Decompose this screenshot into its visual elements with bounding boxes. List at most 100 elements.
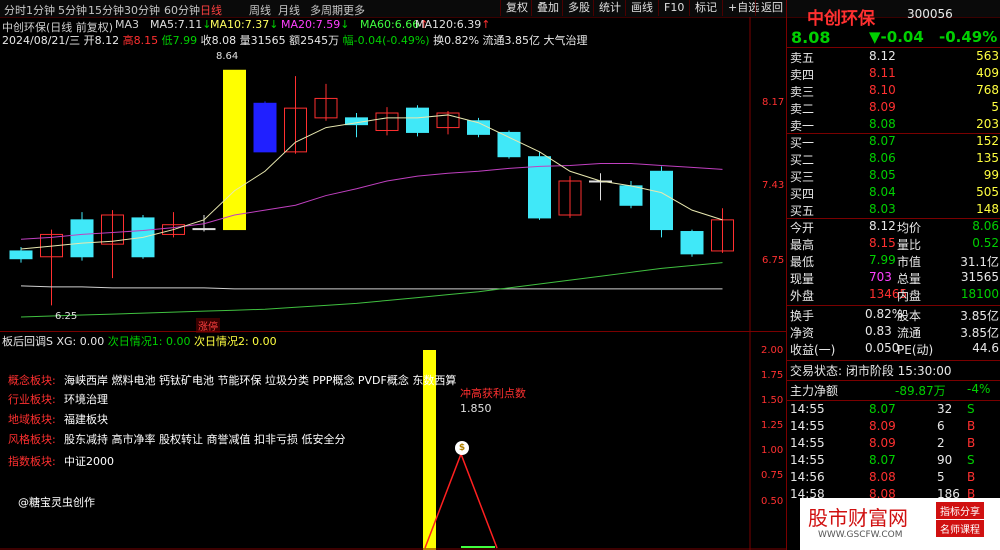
quote-row: 买一 8.07 152: [787, 134, 1000, 151]
quote-row: 14:56 8.08 5 B: [787, 470, 1000, 487]
money-bag-icon: $: [455, 441, 469, 455]
quote-row: 净资 0.83 流通 3.85亿: [787, 324, 1000, 341]
sector-value: 股东减持 高市净率 股权转让 商誉减值 扣非亏损 低安全分: [64, 433, 346, 446]
last-price: 8.08: [791, 28, 831, 47]
high-price-label: 8.64: [216, 51, 239, 62]
candle-body: [9, 250, 33, 260]
indicator-axis-label: 2.00: [761, 345, 784, 356]
tab-timeframe[interactable]: 60分钟: [164, 2, 200, 18]
bid-volume: 135: [976, 151, 999, 165]
tab-timeframe[interactable]: 更多: [343, 2, 365, 18]
sector-value: 福建板块: [64, 413, 108, 426]
indicator-axis-label: 1.25: [761, 420, 784, 431]
stat-label: 收益(一): [790, 343, 836, 357]
ask-price: 8.08: [869, 117, 896, 131]
divider: [787, 400, 1000, 401]
price-axis-label: 8.17: [762, 97, 785, 108]
stat-value: 3.85亿: [960, 309, 999, 323]
price-change-pct: -0.49%: [939, 28, 998, 46]
stat-label: 股本: [897, 309, 922, 323]
tab-timeframe[interactable]: 分时: [4, 2, 26, 18]
stat-value: 31.1亿: [960, 255, 999, 269]
tick-time: 14:55: [790, 419, 825, 433]
low-price-label: 6.25: [55, 311, 78, 322]
tick-volume: 5: [937, 470, 945, 484]
sector-key: 概念板块:: [8, 374, 56, 387]
stat-label: 现量: [790, 272, 815, 286]
stock-code: 300056: [907, 7, 953, 21]
quote-row: 卖一 8.08 203: [787, 117, 1000, 134]
watermark-tag-1: 指标分享: [936, 502, 984, 519]
tick-time: 14:55: [790, 402, 825, 416]
ask-label: 卖五: [790, 51, 815, 65]
tick-price: 8.08: [869, 470, 896, 484]
quote-row: 14:55 8.07 32 S: [787, 402, 1000, 419]
tick-price: 8.07: [869, 453, 896, 467]
stat-value: 44.6: [972, 341, 999, 355]
tick-time: 14:55: [790, 453, 825, 467]
toolbar-button[interactable]: F10: [658, 0, 689, 16]
quote-row: 卖五 8.12 563: [787, 49, 1000, 66]
bid-price: 8.05: [869, 168, 896, 182]
quote-row: 买二 8.06 135: [787, 151, 1000, 168]
stat-value: 31565: [960, 270, 999, 284]
bid-label: 买四: [790, 187, 815, 201]
bid-label: 买三: [790, 170, 815, 184]
bid-label: 买二: [790, 153, 815, 167]
indicator-axis-label: 1.50: [761, 395, 784, 406]
sector-value: 环境治理: [64, 393, 108, 406]
tab-timeframe[interactable]: 月线: [278, 2, 300, 18]
tick-time: 14:56: [790, 470, 825, 484]
ask-price: 8.12: [869, 49, 896, 63]
tab-timeframe[interactable]: 日线: [200, 2, 222, 18]
toolbar-button[interactable]: 返回: [755, 0, 788, 16]
tick-price: 8.09: [869, 436, 896, 450]
indicator-axis-label: 1.00: [761, 445, 784, 456]
candlestick-chart[interactable]: [0, 17, 786, 332]
toolbar-button[interactable]: 画线: [625, 0, 658, 16]
quote-row: 最高 8.15 量比 0.52: [787, 236, 1000, 253]
tab-timeframe[interactable]: 15分钟: [88, 2, 124, 18]
stat-label: 流通: [897, 326, 922, 340]
tick-volume: 90: [937, 453, 953, 467]
tab-timeframe[interactable]: 多周期: [310, 2, 343, 18]
tab-timeframe[interactable]: 5分钟: [58, 2, 87, 18]
sector-key: 风格板块:: [8, 433, 56, 446]
bid-label: 买一: [790, 136, 815, 150]
quote-row: 卖二 8.09 5: [787, 100, 1000, 117]
bid-price: 8.06: [869, 151, 896, 165]
site-watermark: 股市财富网 指标分享 名师课程 WWW.GSCFW.COM: [800, 498, 1000, 550]
stat-value: 0.050: [865, 341, 900, 355]
divider: [787, 305, 1000, 306]
quote-row: 换手 0.82% 股本 3.85亿: [787, 307, 1000, 324]
stat-value: 8.12: [869, 219, 896, 233]
tab-timeframe[interactable]: 30分钟: [124, 2, 160, 18]
divider: [787, 380, 1000, 381]
stat-value: 3.85亿: [960, 326, 999, 340]
toolbar-button[interactable]: 统计: [593, 0, 626, 16]
tab-timeframe[interactable]: 周线: [249, 2, 271, 18]
ask-label: 卖二: [790, 102, 815, 116]
candle-body: [253, 102, 277, 153]
bid-price: 8.03: [869, 202, 896, 216]
candle-body: [497, 131, 521, 158]
quote-panel: 中创环保 300056 8.08 ▼-0.04 -0.49% 卖五 8.12 563…: [786, 0, 1000, 550]
ask-price: 8.09: [869, 100, 896, 114]
toolbar-button[interactable]: 多股: [562, 0, 595, 16]
candle-body: [680, 231, 704, 255]
candle-body: [192, 228, 216, 231]
toolbar-button[interactable]: 叠加: [531, 0, 564, 16]
toolbar-button[interactable]: 标记: [689, 0, 722, 16]
watermark-title: 股市财富网: [808, 506, 908, 530]
net-flow-pct: -4%: [967, 382, 991, 396]
tab-timeframe[interactable]: 1分钟: [26, 2, 55, 18]
candle-body: [70, 219, 94, 258]
toolbar-button[interactable]: 复权: [500, 0, 533, 16]
stat-label: 今开: [790, 221, 815, 235]
stat-value: 0.52: [972, 236, 999, 250]
sector-key: 行业板块:: [8, 393, 56, 406]
price-change: ▼-0.04: [869, 28, 924, 46]
quote-row: 卖三 8.10 768: [787, 83, 1000, 100]
ask-volume: 5: [991, 100, 999, 114]
divider: [787, 360, 1000, 361]
